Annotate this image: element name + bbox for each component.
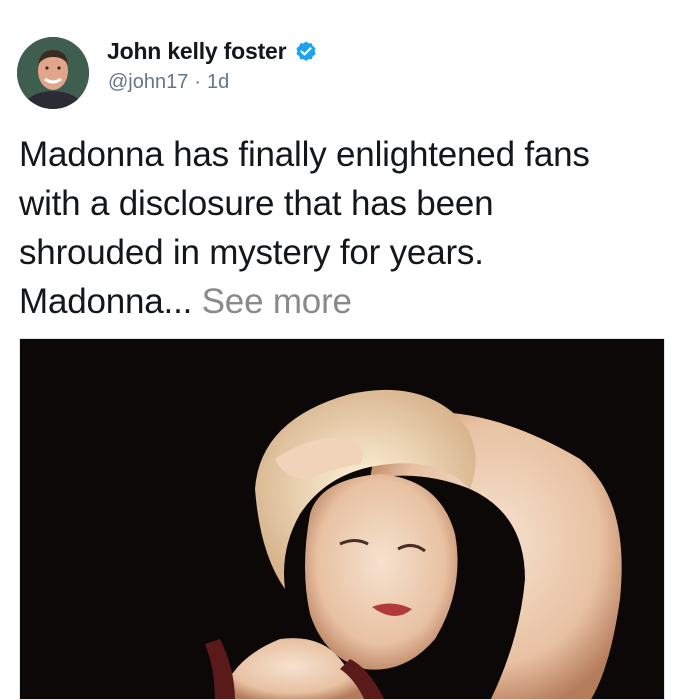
tweet-text: Madonna has finally enlightened fans wit… [19,130,679,326]
tweet-text-line: with a disclosure that has been [19,184,494,223]
meta-separator: · [194,71,202,93]
tweet-text-line: shrouded in mystery for years. [19,233,484,272]
tweet-text-line: Madonna... See more [19,277,679,326]
user-avatar-icon [17,37,89,109]
verified-badge-icon [294,40,318,64]
avatar[interactable] [17,37,89,109]
photo-image-icon [20,339,664,699]
tweet-timestamp[interactable]: 1d [207,71,229,94]
tweet-media[interactable] [19,338,665,700]
see-more-link[interactable]: See more [202,282,352,321]
author-handle[interactable]: @john17 [108,71,188,94]
author-display-name[interactable]: John kelly foster [107,38,287,65]
tweet-text-line: Madonna has finally enlightened fans [19,135,590,174]
author-name-row: John kelly foster [107,38,318,65]
tweet-card[interactable]: John kelly foster @john17 · 1d Madonna h… [0,0,700,700]
author-meta-row: @john17 · 1d [108,71,229,94]
tweet-text-tail: Madonna... [19,282,193,321]
